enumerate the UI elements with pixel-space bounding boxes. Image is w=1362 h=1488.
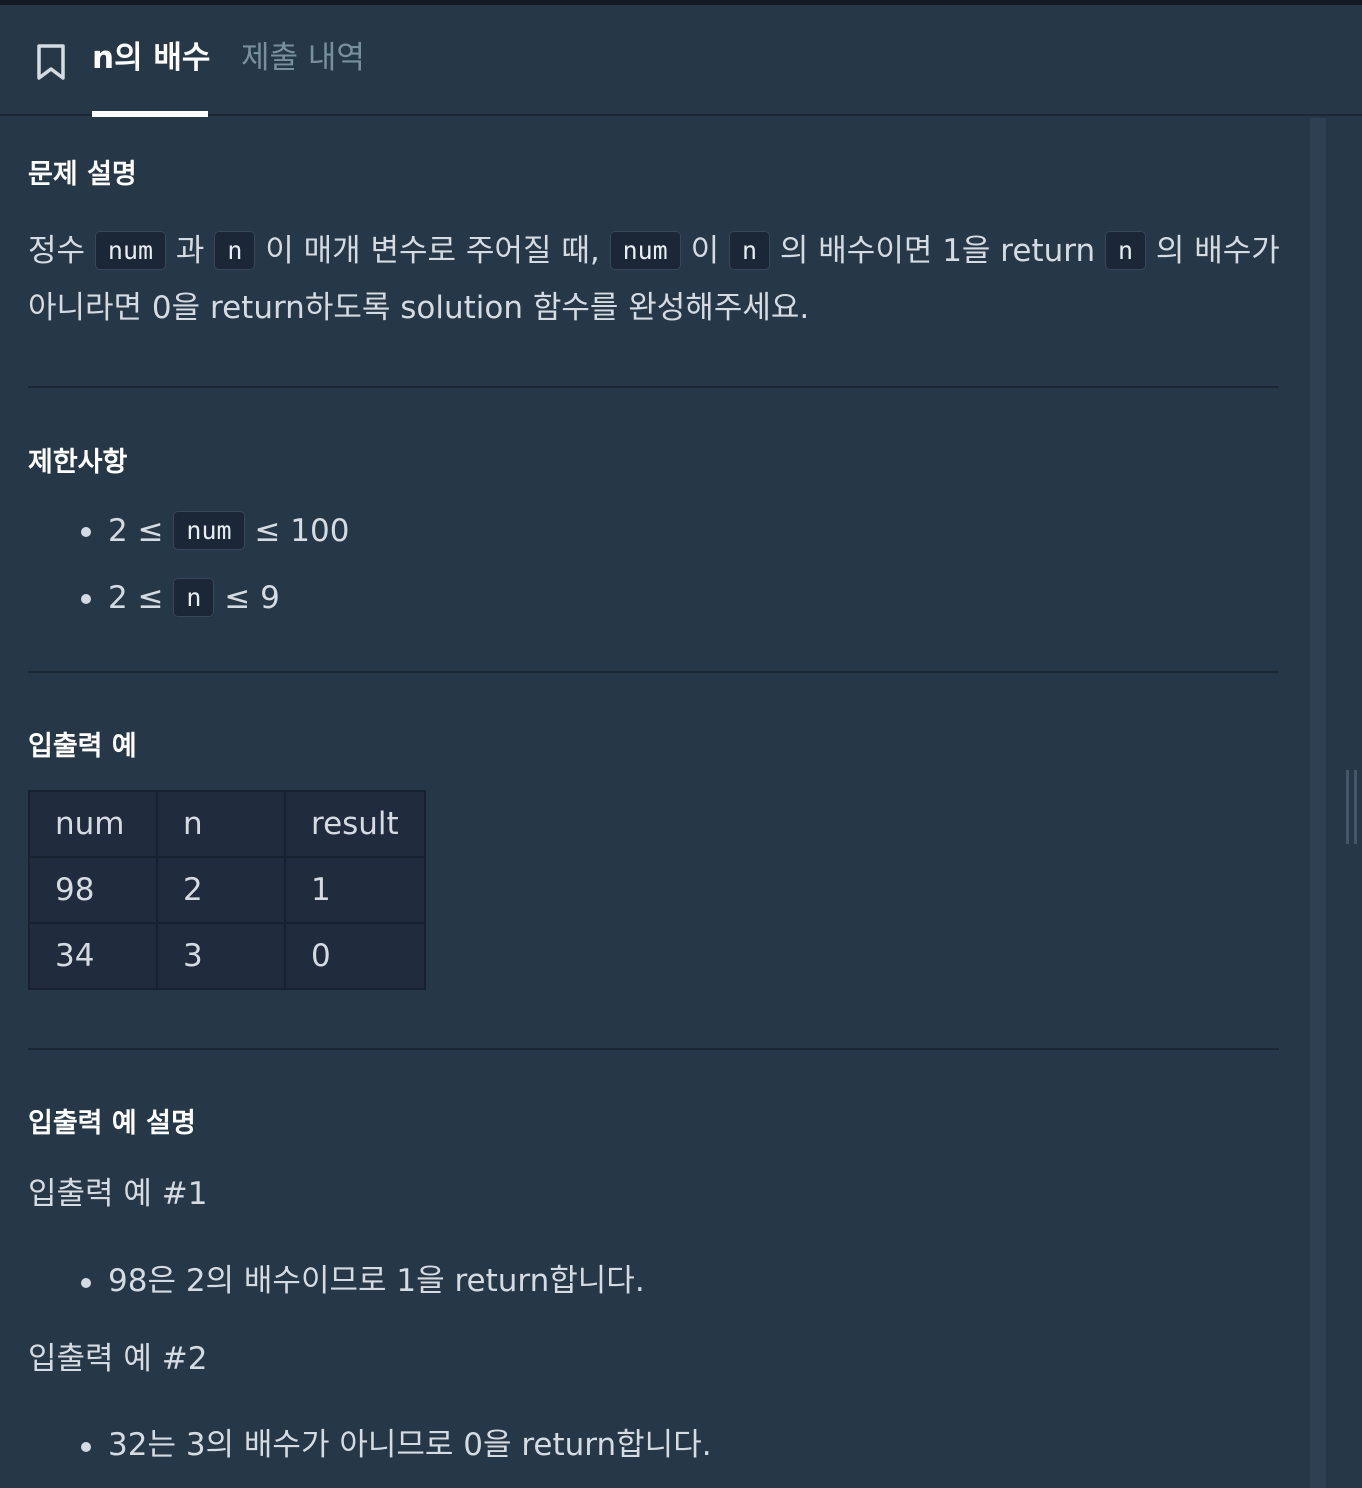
example-explanation-text: 32는 3의 배수가 아니므로 0을 return합니다. [108, 1427, 712, 1463]
bullet [81, 594, 91, 604]
inline-code: n [1104, 231, 1147, 270]
section-title-constraints: 제한사항 [28, 447, 128, 478]
section-divider [28, 1048, 1279, 1050]
table-cell: 2 [156, 856, 286, 924]
section-title-description: 문제 설명 [28, 159, 137, 190]
bookmark-icon[interactable] [34, 42, 68, 82]
constraint-text: ≤ 100 [254, 513, 350, 549]
description-line-1: 정수 num 과 n 이 매개 변수로 주어질 때, num 이 n 의 배수이… [28, 222, 1280, 280]
table-cell: 0 [284, 922, 426, 990]
inline-code: num [609, 231, 681, 270]
description-line-2: 아니라면 0을 return하도록 solution 함수를 완성해주세요. [28, 290, 810, 326]
bullet [81, 1278, 91, 1288]
example-explanation-list: 32는 3의 배수가 아니므로 0을 return합니다. [28, 1418, 712, 1473]
constraints-list: 2 ≤ num ≤ 100 2 ≤ n ≤ 9 [28, 503, 349, 625]
active-tab-indicator [92, 111, 208, 117]
inline-code: num [94, 231, 167, 270]
bullet [81, 1442, 91, 1452]
constraint-text: 2 ≤ [108, 513, 164, 549]
section-title-examples: 입출력 예 [28, 731, 137, 762]
description-text: 의 배수이면 1을 return [779, 233, 1096, 269]
table-row: 98 2 1 [28, 856, 426, 924]
constraint-text: ≤ 9 [224, 580, 280, 616]
description-text: 이 [690, 233, 720, 269]
example-explanation-text: 98은 2의 배수이므로 1을 return합니다. [108, 1263, 645, 1299]
section-divider [28, 671, 1279, 673]
example-label-1: 입출력 예 #1 [28, 1176, 208, 1212]
description-text: 과 [175, 233, 205, 269]
table-cell: 3 [156, 922, 286, 990]
inline-code: n [728, 231, 771, 270]
table-header-cell: n [156, 790, 286, 858]
tab-submissions[interactable]: 제출 내역 [241, 35, 365, 81]
list-item: 32는 3의 배수가 아니므로 0을 return합니다. [28, 1418, 712, 1473]
constraint-text: 2 ≤ [108, 580, 164, 616]
table-header-cell: result [284, 790, 426, 858]
tab-problem[interactable]: n의 배수 [92, 35, 210, 81]
inline-code: n [214, 231, 256, 270]
example-explanation-list: 98은 2의 배수이므로 1을 return합니다. [28, 1254, 645, 1309]
examples-table: num n result 98 2 1 34 3 0 [28, 790, 426, 990]
panel-resize-handle[interactable] [1346, 770, 1358, 846]
section-divider [28, 386, 1279, 388]
list-item: 2 ≤ num ≤ 100 [28, 503, 349, 558]
list-item: 2 ≤ n ≤ 9 [28, 570, 349, 625]
example-label-2: 입출력 예 #2 [28, 1341, 208, 1377]
description-text: 의 배수가 [1155, 233, 1280, 269]
table-cell: 1 [284, 856, 426, 924]
inline-code: num [173, 511, 245, 550]
table-header-cell: num [28, 790, 158, 858]
description-text: 이 매개 변수로 주어질 때, [265, 233, 600, 269]
scrollbar[interactable] [1310, 118, 1326, 1488]
inline-code: n [173, 578, 215, 617]
table-header-row: num n result [28, 790, 426, 858]
table-cell: 34 [28, 922, 158, 990]
section-title-explanation: 입출력 예 설명 [28, 1108, 196, 1139]
table-row: 34 3 0 [28, 922, 426, 990]
problem-header: n의 배수 제출 내역 [0, 5, 1362, 117]
table-cell: 98 [28, 856, 158, 924]
description-text: 정수 [28, 233, 86, 269]
bullet [81, 527, 91, 537]
list-item: 98은 2의 배수이므로 1을 return합니다. [28, 1254, 645, 1309]
